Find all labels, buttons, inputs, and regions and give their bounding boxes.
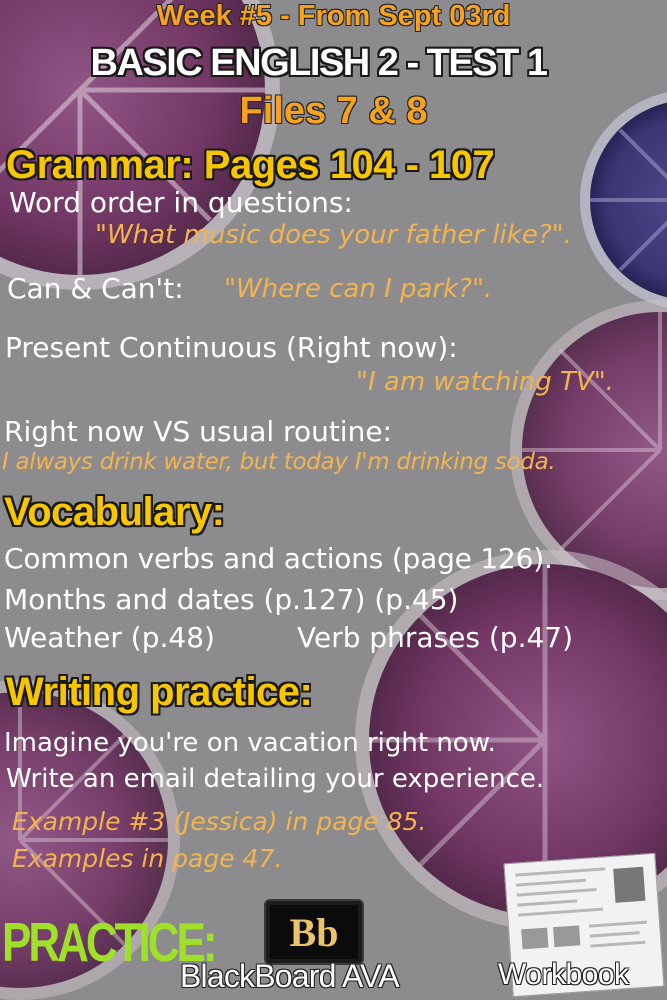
grammar-item-present-continuous: Present Continuous (Right now):: [5, 331, 458, 364]
blackboard-logo-text: Bb: [289, 910, 339, 955]
poster: Week #5 - From Sept 03rd BASIC ENGLISH 2…: [0, 0, 667, 1000]
page-title: BASIC ENGLISH 2 - TEST 1: [90, 42, 548, 84]
grammar-heading: Grammar: Pages 104 - 107: [6, 143, 495, 187]
vocabulary-line-months-dates: Months and dates (p.127) (p.45): [4, 583, 459, 616]
writing-example-page-47: Examples in page 47.: [12, 844, 283, 873]
vocabulary-line-common-verbs: Common verbs and actions (page 126).: [4, 542, 553, 575]
grammar-item-word-order: Word order in questions:: [9, 186, 353, 219]
grammar-item-can-cant: Can & Can't:: [7, 272, 184, 305]
week-subtitle: Week #5 - From Sept 03rd: [156, 0, 511, 32]
vocabulary-heading: Vocabulary:: [4, 490, 225, 534]
workbook-label[interactable]: Workbook: [498, 958, 629, 992]
grammar-example-word-order: "What music does your father like?".: [95, 220, 572, 250]
grammar-example-can-cant: "Where can I park?".: [224, 274, 493, 304]
grammar-example-present-continuous: "I am watching TV".: [356, 367, 614, 397]
blackboard-label[interactable]: BlackBoard AVA: [180, 958, 400, 995]
grammar-item-right-now-vs-routine: Right now VS usual routine:: [4, 415, 392, 448]
files-label: Files 7 & 8: [239, 90, 428, 132]
writing-line-email: Write an email detailing your experience…: [6, 764, 545, 794]
vocabulary-line-verb-phrases: Verb phrases (p.47): [297, 621, 574, 654]
blackboard-logo[interactable]: Bb: [264, 899, 364, 965]
writing-heading: Writing practice:: [6, 670, 313, 714]
grammar-example-right-now-vs-routine: I always drink water, but today I'm drin…: [2, 449, 556, 475]
writing-example-jessica: Example #3 (Jessica) in page 85.: [12, 807, 427, 836]
writing-line-imagine: Imagine you're on vacation right now.: [4, 728, 496, 758]
vocabulary-line-weather: Weather (p.48): [4, 621, 215, 654]
